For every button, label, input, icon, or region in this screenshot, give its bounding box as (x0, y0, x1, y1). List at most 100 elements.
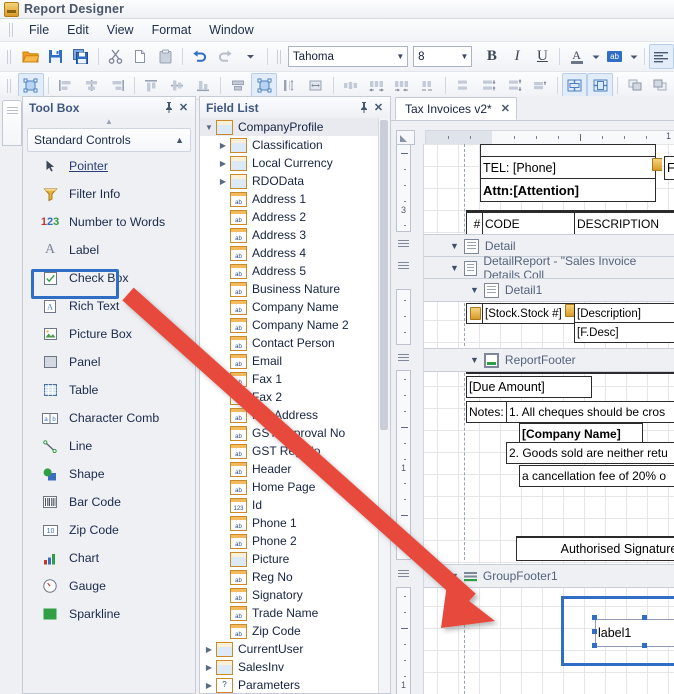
align-bottom-icon[interactable] (191, 73, 217, 98)
font-color-chevron-down-icon[interactable] (589, 44, 602, 69)
fieldlist-row[interactable]: ab GST Reg No (200, 442, 390, 460)
decrease-horizontal-icon[interactable] (389, 73, 415, 98)
chevron-right-icon[interactable]: ▶ (202, 681, 216, 690)
authorised-signature-control[interactable]: Authorised Signature (516, 536, 674, 561)
tel-phone-control[interactable]: TEL: [Phone] (480, 156, 656, 180)
align-middle-icon[interactable] (165, 73, 191, 98)
menu-grip-icon[interactable] (9, 23, 15, 37)
italic-button[interactable]: I (504, 44, 529, 69)
fieldlist-row[interactable]: ab Phone 1 (200, 514, 390, 532)
space-vert-icon[interactable] (277, 73, 303, 98)
tool-item-sparkline[interactable]: Sparkline (23, 600, 195, 628)
tool-item-zip-code[interactable]: 10 Zip Code (23, 516, 195, 544)
underline-button[interactable]: U (530, 44, 555, 69)
bold-button[interactable]: B (479, 44, 504, 69)
fieldlist-row[interactable]: ab GST Approval No (200, 424, 390, 442)
toolbox-group-standard-controls[interactable]: Standard Controls ▲ (27, 128, 191, 152)
chevron-right-icon[interactable]: ▶ (202, 663, 216, 672)
vruler-band-detailreport[interactable] (396, 256, 411, 276)
tool-item-filter-info[interactable]: Filter Info (23, 180, 195, 208)
vruler-band-reportfooter[interactable] (396, 348, 411, 368)
align-left-icon[interactable] (648, 44, 674, 69)
tool-item-pointer[interactable]: Pointer (23, 152, 195, 180)
fieldlist-scrollbar[interactable] (378, 118, 390, 693)
size-width-icon[interactable] (225, 73, 251, 98)
document-tab-tax-invoices[interactable]: Tax Invoices v2* ✕ (395, 97, 517, 120)
band-header-detail1[interactable]: ▼ Detail1 (424, 278, 674, 302)
close-icon[interactable]: ✕ (176, 100, 191, 115)
chevron-right-icon[interactable]: ▶ (216, 141, 230, 150)
tool-item-number-to-words[interactable]: 123 Number to Words (23, 208, 195, 236)
fieldlist-row[interactable]: ▶ RDOData (200, 172, 390, 190)
fieldlist-row[interactable]: ▶ CurrentUser (200, 640, 390, 658)
tool-item-shape[interactable]: Shape (23, 460, 195, 488)
fieldlist-row[interactable]: ab Trade Name (200, 604, 390, 622)
fieldlist-row[interactable]: ab Phone 2 (200, 532, 390, 550)
label1-control[interactable]: label1 (595, 619, 674, 647)
fieldlist-tree[interactable]: ▼ CompanyProfile ▶ Classification ▶ Local Cur… (200, 118, 390, 693)
tool-item-line[interactable]: Line (23, 432, 195, 460)
make-equal-vertical-icon[interactable] (450, 73, 476, 98)
due-amount-control[interactable]: [Due Amount] (466, 376, 592, 398)
resize-handle-w[interactable] (592, 629, 597, 634)
menu-item-format[interactable]: Format (143, 21, 201, 39)
fieldlist-row[interactable]: ab Signatory (200, 586, 390, 604)
fieldlist-row[interactable]: ab Address 3 (200, 226, 390, 244)
fieldlist-row[interactable]: ab Email (200, 352, 390, 370)
fieldlist-row[interactable]: ab Address 1 (200, 190, 390, 208)
code-column-header[interactable]: CODE (482, 212, 580, 235)
layout-toolbar-grip-icon[interactable] (7, 78, 13, 93)
resize-handle-sw[interactable] (592, 643, 597, 648)
tool-item-check-box[interactable]: Check Box (23, 264, 195, 292)
fdesc-control[interactable]: [F.Desc] (574, 322, 674, 343)
fieldlist-scrollbar-thumb[interactable] (380, 120, 388, 430)
note-2-control[interactable]: 2. Goods sold are neither retu (506, 442, 674, 464)
tool-item-panel[interactable]: Panel (23, 348, 195, 376)
pin-icon[interactable] (161, 100, 176, 115)
align-center-icon[interactable] (79, 73, 105, 98)
fieldlist-row[interactable]: ▶ SalesInv (200, 658, 390, 676)
tool-item-gauge[interactable]: Gauge (23, 572, 195, 600)
font-name-combo[interactable]: Tahoma ▼ (287, 46, 409, 67)
decrease-vertical-icon[interactable] (501, 73, 527, 98)
center-horizontally-icon[interactable] (561, 73, 588, 98)
collapsed-panel-tab[interactable] (2, 100, 22, 146)
align-left-icon[interactable] (53, 73, 79, 98)
band-header-reportfooter[interactable]: ▼ ReportFooter (424, 348, 674, 372)
fieldlist-row[interactable]: Picture (200, 550, 390, 568)
collapse-triangle-icon[interactable]: ▼ (470, 355, 479, 365)
redo-icon[interactable] (213, 44, 238, 69)
fieldlist-row[interactable]: ab Header (200, 460, 390, 478)
collapse-triangle-icon[interactable]: ▼ (450, 241, 459, 251)
fieldlist-row[interactable]: ab Company Name 2 (200, 316, 390, 334)
fieldlist-row[interactable]: ab Address 4 (200, 244, 390, 262)
fieldlist-row[interactable]: ab Home Page (200, 478, 390, 496)
make-equal-horizontal-icon[interactable] (337, 73, 363, 98)
select-all-icon[interactable] (17, 73, 44, 98)
highlight-chevron-down-icon[interactable] (627, 44, 640, 69)
fax-control[interactable]: FA (664, 156, 674, 180)
increase-horizontal-icon[interactable] (363, 73, 389, 98)
resize-handle-nw[interactable] (592, 615, 597, 620)
format-toolbar-grip-icon[interactable] (277, 49, 283, 64)
attn-control[interactable]: Attn:[Attention] (480, 178, 656, 202)
chevron-up-icon[interactable]: ▲ (175, 135, 184, 145)
menu-item-edit[interactable]: Edit (58, 21, 98, 39)
fieldlist-row[interactable]: ab Reg No (200, 568, 390, 586)
resize-handle-s[interactable] (642, 643, 647, 648)
chevron-down-icon[interactable]: ▼ (393, 52, 407, 61)
description-column-header[interactable]: DESCRIPTION (574, 212, 674, 235)
chevron-right-icon[interactable]: ▶ (216, 177, 230, 186)
save-all-icon[interactable] (68, 44, 93, 69)
center-vertically-icon[interactable] (587, 73, 614, 98)
fieldlist-row[interactable]: ▶ Local Currency (200, 154, 390, 172)
fieldlist-row[interactable]: ab Fax 1 (200, 370, 390, 388)
vruler-band-detail[interactable] (396, 234, 411, 254)
font-size-combo[interactable]: 8 ▼ (413, 46, 473, 67)
undo-icon[interactable] (187, 44, 212, 69)
collapse-triangle-icon[interactable]: ▼ (470, 285, 479, 295)
band-header-groupfooter1[interactable]: ▼ GroupFooter1 (424, 564, 674, 588)
close-icon[interactable]: ✕ (371, 100, 386, 115)
tool-item-bar-code[interactable]: Bar Code (23, 488, 195, 516)
menu-item-window[interactable]: Window (200, 21, 262, 39)
